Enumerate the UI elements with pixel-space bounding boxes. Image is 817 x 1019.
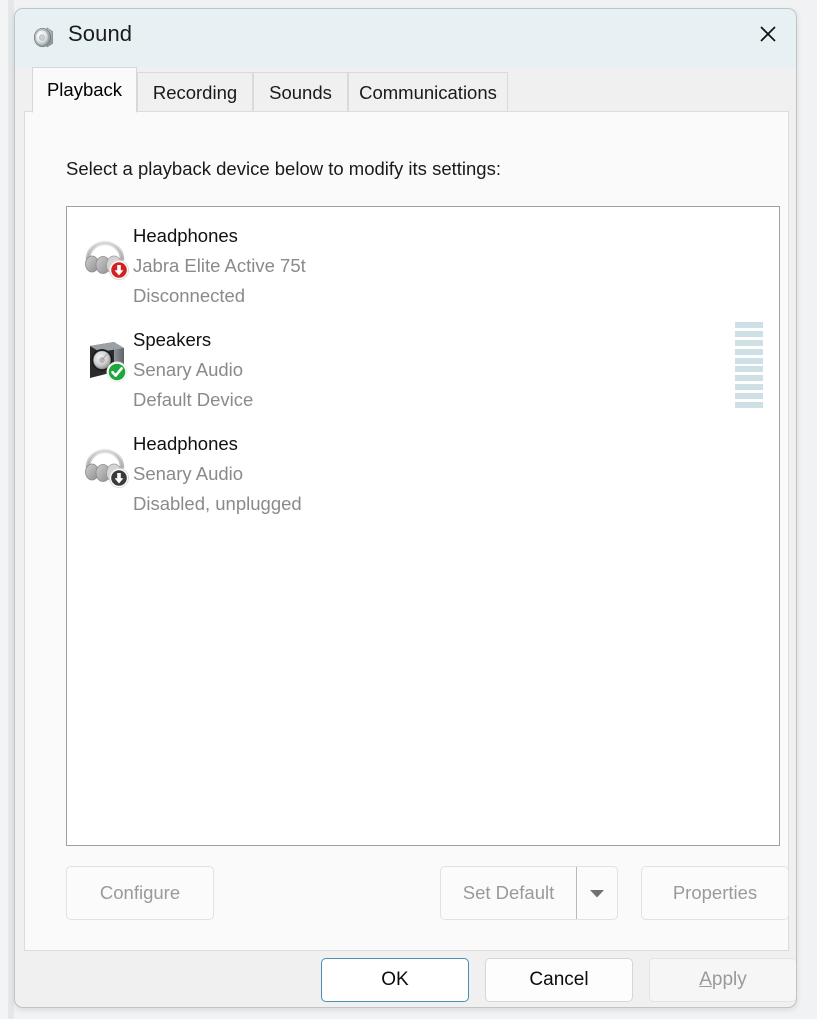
volume-level-meter bbox=[735, 322, 763, 408]
device-info: Headphones Senary Audio Disabled, unplug… bbox=[133, 429, 302, 519]
device-status: Disconnected bbox=[133, 281, 306, 311]
cancel-button[interactable]: Cancel bbox=[485, 958, 633, 1002]
tab-label: Sounds bbox=[269, 82, 332, 104]
device-driver: Senary Audio bbox=[133, 355, 253, 385]
table-row[interactable]: Speakers Senary Audio Default Device bbox=[67, 319, 779, 423]
cancel-label: Cancel bbox=[529, 969, 588, 991]
set-default-label: Set Default bbox=[463, 882, 555, 904]
meter-segment bbox=[735, 393, 763, 399]
configure-label: Configure bbox=[100, 882, 180, 904]
meter-segment bbox=[735, 322, 763, 328]
meter-segment bbox=[735, 349, 763, 355]
set-default-button[interactable]: Set Default bbox=[441, 867, 577, 919]
tab-label: Playback bbox=[47, 79, 122, 101]
device-name: Speakers bbox=[133, 325, 253, 355]
speaker-box-icon bbox=[81, 333, 133, 385]
ok-label: OK bbox=[381, 969, 408, 991]
meter-segment bbox=[735, 340, 763, 346]
device-driver: Jabra Elite Active 75t bbox=[133, 251, 306, 281]
meter-segment bbox=[735, 384, 763, 390]
configure-button[interactable]: Configure bbox=[66, 866, 214, 920]
meter-segment bbox=[735, 402, 763, 408]
device-driver: Senary Audio bbox=[133, 459, 302, 489]
device-status: Default Device bbox=[133, 385, 253, 415]
tab-strip: Playback Recording Sounds Communications bbox=[15, 67, 796, 112]
close-button[interactable] bbox=[740, 9, 796, 59]
meter-segment bbox=[735, 366, 763, 372]
meter-segment bbox=[735, 331, 763, 337]
playback-tab-panel: Select a playback device below to modify… bbox=[24, 111, 789, 951]
apply-button[interactable]: Apply bbox=[649, 958, 797, 1002]
device-status: Disabled, unplugged bbox=[133, 489, 302, 519]
device-info: Speakers Senary Audio Default Device bbox=[133, 325, 253, 415]
device-name: Headphones bbox=[133, 221, 306, 251]
headphones-icon bbox=[81, 229, 133, 281]
ok-button[interactable]: OK bbox=[321, 958, 469, 1002]
window-title: Sound bbox=[68, 21, 132, 47]
tab-sounds[interactable]: Sounds bbox=[253, 72, 348, 112]
tab-label: Recording bbox=[153, 82, 237, 104]
properties-label: Properties bbox=[673, 882, 757, 904]
meter-segment bbox=[735, 375, 763, 381]
speaker-icon bbox=[30, 23, 58, 51]
title-bar: Sound bbox=[15, 9, 796, 68]
instruction-text: Select a playback device below to modify… bbox=[66, 158, 501, 180]
chevron-down-icon[interactable] bbox=[577, 867, 617, 919]
properties-button[interactable]: Properties bbox=[641, 866, 789, 920]
tab-communications[interactable]: Communications bbox=[348, 72, 508, 112]
sound-dialog: Sound Playback Recording Sounds Communic… bbox=[14, 8, 797, 1008]
device-info: Headphones Jabra Elite Active 75t Discon… bbox=[133, 221, 306, 311]
headphones-icon bbox=[81, 437, 133, 489]
tab-recording[interactable]: Recording bbox=[137, 72, 253, 112]
tab-playback[interactable]: Playback bbox=[32, 67, 137, 113]
apply-label: pply bbox=[712, 969, 747, 991]
meter-segment bbox=[735, 358, 763, 364]
table-row[interactable]: Headphones Senary Audio Disabled, unplug… bbox=[67, 423, 779, 527]
close-icon bbox=[758, 24, 778, 44]
table-row[interactable]: Headphones Jabra Elite Active 75t Discon… bbox=[67, 215, 779, 319]
device-name: Headphones bbox=[133, 429, 302, 459]
apply-accelerator: A bbox=[699, 969, 712, 991]
playback-device-list[interactable]: Headphones Jabra Elite Active 75t Discon… bbox=[66, 206, 780, 846]
tab-label: Communications bbox=[359, 82, 497, 104]
set-default-split-button[interactable]: Set Default bbox=[440, 866, 618, 920]
